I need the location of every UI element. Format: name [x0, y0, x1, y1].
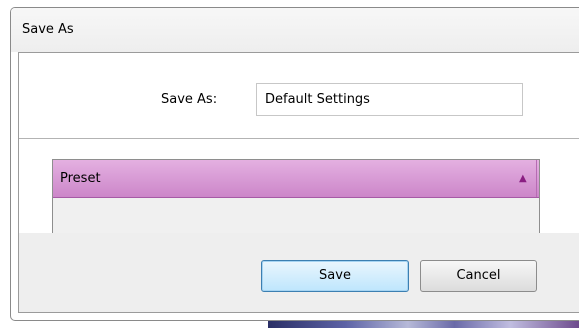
preset-column-label: Preset — [60, 171, 101, 186]
dialog-content: Save As: Preset ▲ Save Cancel — [18, 52, 579, 313]
sort-ascending-icon[interactable]: ▲ — [519, 173, 527, 184]
save-as-input[interactable] — [256, 83, 523, 116]
title-bar[interactable]: Save As — [11, 8, 579, 52]
preset-list-body[interactable] — [53, 198, 539, 234]
window-title: Save As — [22, 22, 74, 37]
cancel-button[interactable]: Cancel — [420, 260, 537, 292]
preset-column-header[interactable]: Preset ▲ — [53, 160, 539, 198]
column-separator[interactable] — [536, 160, 537, 197]
preset-list[interactable]: Preset ▲ — [52, 159, 540, 235]
save-button[interactable]: Save — [261, 260, 409, 292]
save-as-dialog: Save As Save As: Preset ▲ Save Cancel — [10, 7, 579, 321]
save-as-label: Save As: — [161, 92, 218, 107]
section-divider — [19, 138, 579, 139]
